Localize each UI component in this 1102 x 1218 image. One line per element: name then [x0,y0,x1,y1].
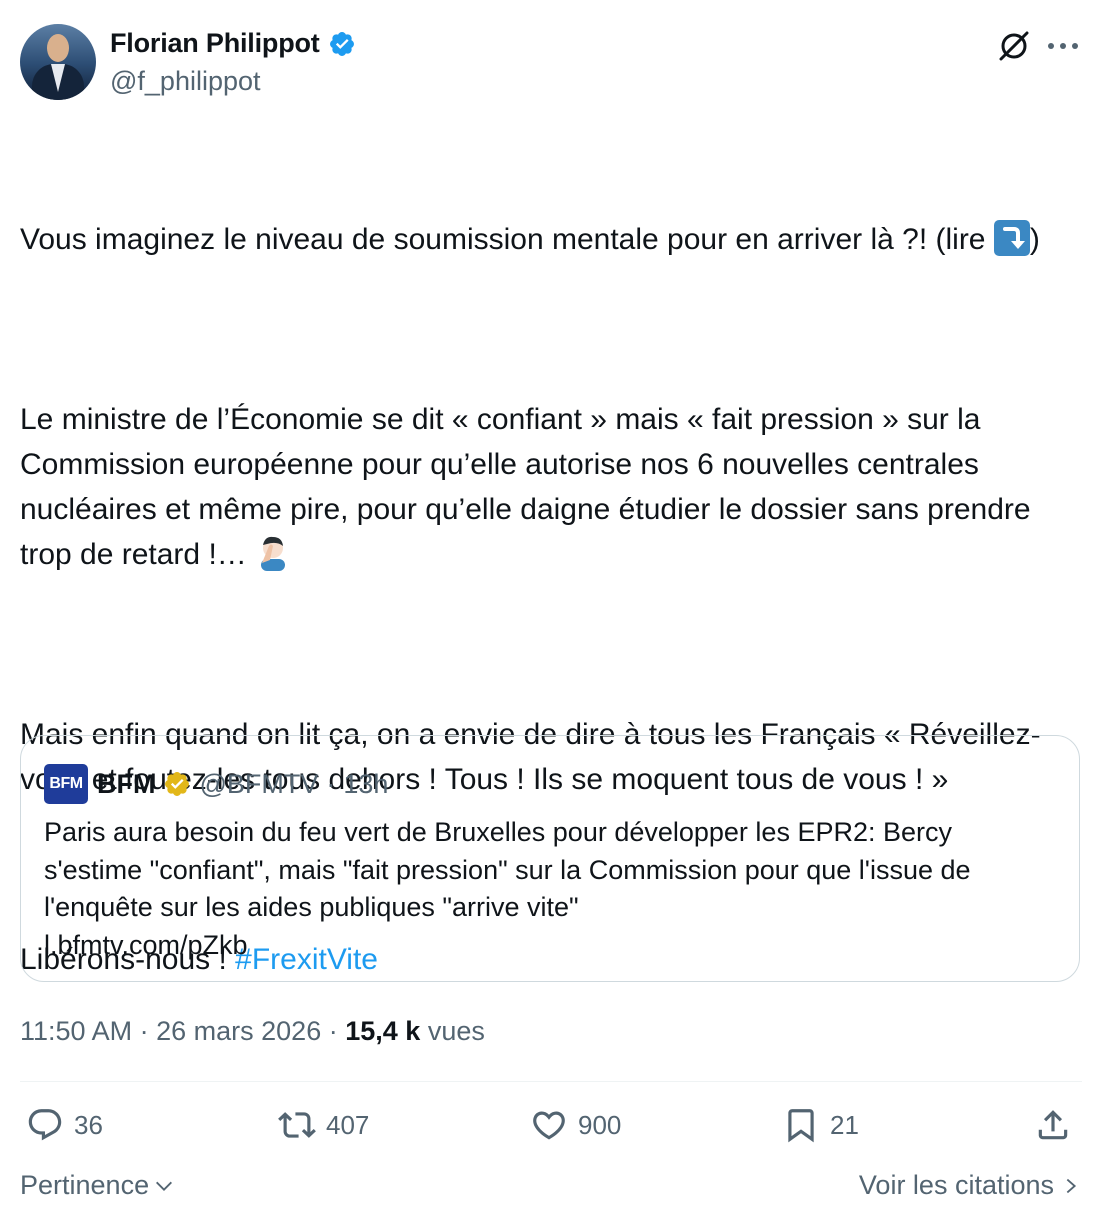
author-name[interactable]: Florian Philippot [110,28,320,59]
author-handle[interactable]: @f_philippot [110,66,261,97]
reply-icon [28,1109,62,1141]
meta-separator-1: · [139,1016,149,1046]
bookmark-icon [788,1109,814,1143]
tweet-para1-end: ) [1029,223,1040,256]
quoted-separator: · [326,768,336,799]
reply-button[interactable]: 36 [26,1106,103,1144]
bfm-logo[interactable]: BFM [44,764,88,804]
quoted-author-name[interactable]: BFM [97,769,155,800]
quoted-text-body: Paris aura besoin du feu vert de Bruxell… [44,817,971,922]
chevron-right-icon [1066,1178,1077,1193]
sort-label: Pertinence [20,1170,150,1200]
meta-separator-2: · [328,1016,338,1046]
repost-icon [278,1112,316,1138]
arrow-down-emoji-icon [993,220,1030,256]
heart-icon [533,1111,565,1140]
divider [20,1081,1082,1082]
quoted-tweet-text: Paris aura besoin du feu vert de Bruxell… [44,814,1054,964]
bookmark-count: 21 [830,1109,859,1140]
reply-count: 36 [74,1109,103,1140]
tweet-para2-text: Le ministre de l’Économie se dit « confi… [20,403,1039,571]
bookmark-button[interactable]: 21 [782,1106,859,1144]
quoted-time[interactable]: 13h [343,769,388,800]
tweet-time[interactable]: 11:50 AM [20,1016,132,1046]
views-count: 15,4 k [345,1016,421,1046]
share-icon [1038,1110,1068,1140]
share-button[interactable] [1034,1106,1072,1144]
view-quotes-link[interactable]: Voir les citations [859,1170,1080,1201]
avatar-head [47,34,69,62]
repost-count: 407 [326,1109,370,1140]
author-avatar[interactable] [20,24,96,100]
more-options-icon[interactable] [1047,42,1079,50]
author-name-row: Florian Philippot [110,28,356,59]
tweet-para1-text: Vous imaginez le niveau de soumission me… [20,223,994,256]
tweet-paragraph-1: Vous imaginez le niveau de soumission me… [20,217,1084,262]
repost-button[interactable]: 407 [278,1106,369,1144]
tweet-date[interactable]: 26 mars 2026 [156,1016,321,1046]
grok-icon[interactable] [996,28,1032,64]
quoted-tweet-header: BFM @BFMTV · 13h [97,764,388,804]
tweet-timestamp: 11:50 AM · 26 mars 2026 · 15,4 k vues [20,1016,485,1047]
view-quotes-label: Voir les citations [858,1170,1054,1200]
sort-dropdown[interactable]: Pertinence [20,1170,175,1201]
quoted-author-handle[interactable]: @BFMTV [199,769,318,800]
tweet-paragraph-2: Le ministre de l’Économie se dit « confi… [20,397,1084,577]
verified-badge-icon [329,31,354,56]
gold-verified-badge-icon [165,772,190,796]
like-count: 900 [578,1109,622,1140]
facepalm-emoji-icon [261,536,286,571]
quoted-link[interactable]: l.bfmtv.com/pZkb [44,927,1054,965]
action-bar: 36 407 900 21 [0,1106,1102,1152]
quoted-tweet-card[interactable]: BFM BFM @BFMTV · 13h Paris aura besoin d… [20,735,1080,982]
views-label: vues [427,1016,485,1046]
chevron-down-icon [156,1181,173,1191]
like-button[interactable]: 900 [530,1106,621,1144]
